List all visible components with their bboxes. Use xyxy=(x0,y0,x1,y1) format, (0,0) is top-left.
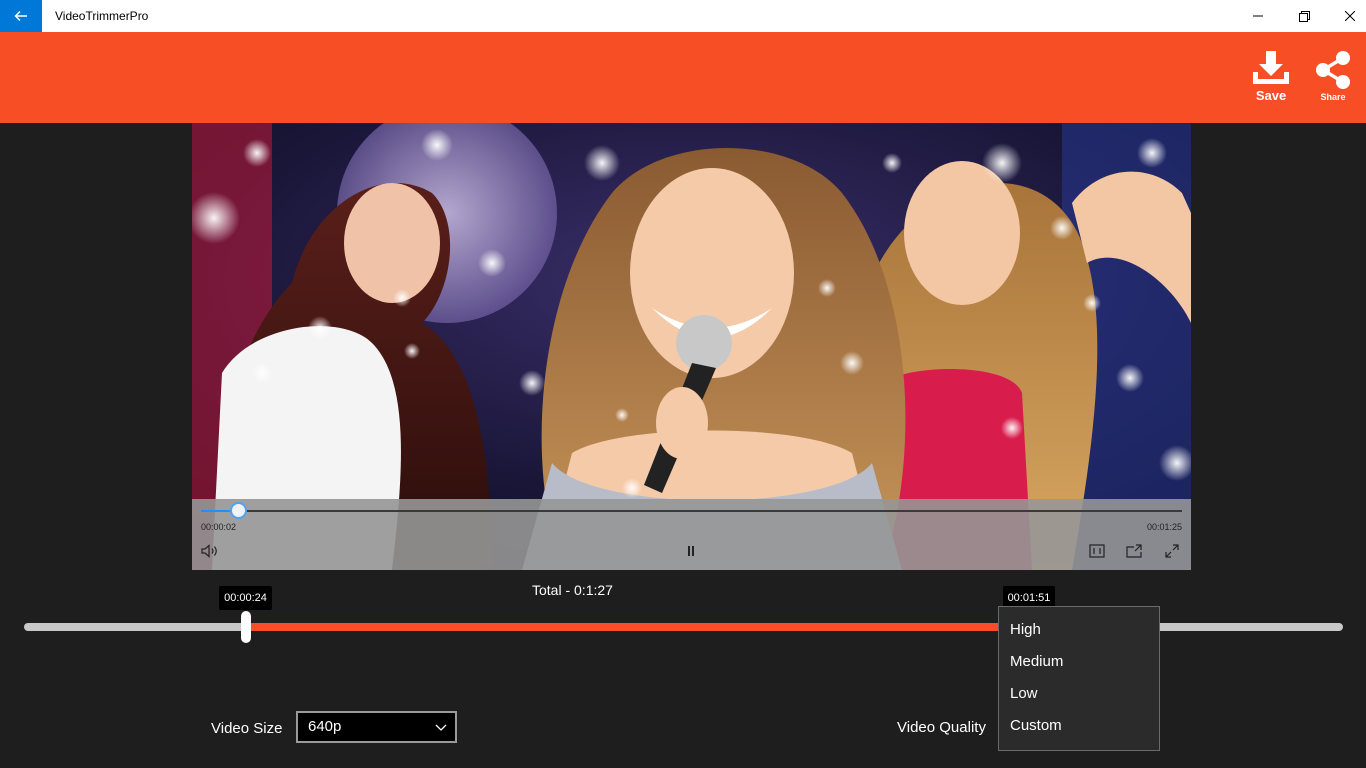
quality-option-medium[interactable]: Medium xyxy=(999,646,1159,678)
aspect-ratio-icon xyxy=(1089,544,1105,558)
share-icon xyxy=(1316,51,1350,89)
trim-start-handle[interactable] xyxy=(240,611,251,643)
total-duration: Total - 0:1:27 xyxy=(532,582,613,598)
player-controls: 00:00:02 00:01:25 xyxy=(192,499,1191,570)
pause-icon xyxy=(688,546,694,556)
video-size-value: 640p xyxy=(308,718,342,735)
editor-area: 00:00:02 00:01:25 Total - 0:1:27 00:00:2… xyxy=(0,123,1366,768)
aspect-ratio-button[interactable] xyxy=(1088,543,1106,559)
video-size-label: Video Size xyxy=(211,720,283,737)
fullscreen-icon xyxy=(1165,544,1179,558)
trim-start-time: 00:00:24 xyxy=(219,586,272,610)
window-title: VideoTrimmerPro xyxy=(55,9,149,23)
video-player[interactable]: 00:00:02 00:01:25 xyxy=(192,123,1191,570)
minimize-icon xyxy=(1253,15,1263,17)
quality-option-custom[interactable]: Custom xyxy=(999,710,1159,742)
seek-thumb[interactable] xyxy=(230,502,248,519)
back-button[interactable] xyxy=(0,0,42,32)
app-window: VideoTrimmerPro Save Share 00:00:02 00:0… xyxy=(0,0,1366,768)
trim-selected-range xyxy=(245,623,1030,631)
app-header: Save Share xyxy=(0,32,1366,123)
save-button[interactable]: Save xyxy=(1251,50,1291,103)
pause-button[interactable] xyxy=(682,543,700,559)
restore-icon xyxy=(1298,10,1310,22)
video-quality-label: Video Quality xyxy=(897,719,986,736)
share-button[interactable]: Share xyxy=(1313,50,1353,102)
quality-option-high[interactable]: High xyxy=(999,614,1159,646)
volume-icon xyxy=(201,544,217,558)
video-quality-menu: High Medium Low Custom xyxy=(998,606,1160,751)
seek-bar[interactable] xyxy=(201,502,1182,519)
close-button[interactable] xyxy=(1327,0,1366,32)
chevron-down-icon xyxy=(435,724,447,731)
share-label: Share xyxy=(1320,92,1346,102)
current-time: 00:00:02 xyxy=(201,522,237,532)
fullscreen-button[interactable] xyxy=(1163,543,1181,559)
volume-button[interactable] xyxy=(201,543,219,559)
video-size-select[interactable]: 640p xyxy=(296,711,457,743)
close-icon xyxy=(1345,11,1355,21)
restore-button[interactable] xyxy=(1281,0,1327,32)
back-arrow-icon xyxy=(14,11,27,21)
cast-icon xyxy=(1126,544,1142,558)
quality-option-low[interactable]: Low xyxy=(999,678,1159,710)
download-icon xyxy=(1253,51,1289,84)
title-bar: VideoTrimmerPro xyxy=(0,0,1366,32)
cast-button[interactable] xyxy=(1125,543,1143,559)
duration-time: 00:01:25 xyxy=(1146,522,1182,532)
minimize-button[interactable] xyxy=(1235,0,1281,32)
save-label: Save xyxy=(1255,88,1287,103)
